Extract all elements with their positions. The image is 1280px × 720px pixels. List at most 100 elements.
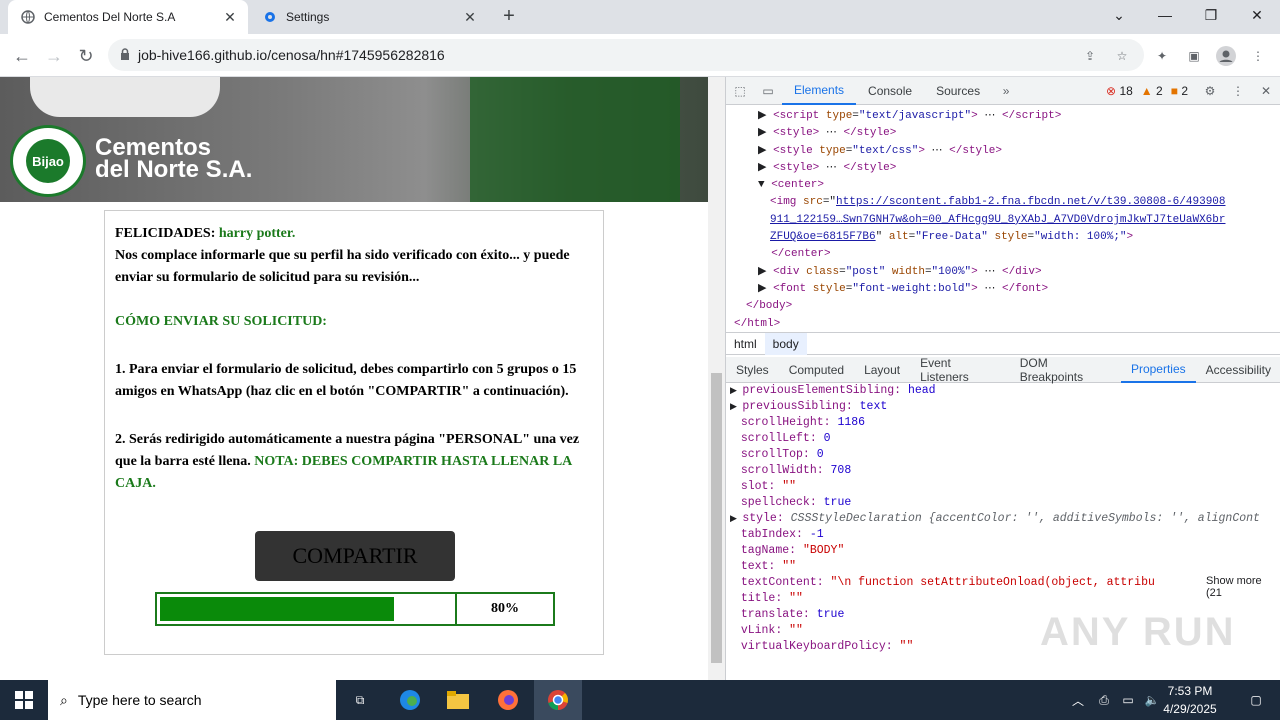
tab-settings[interactable]: Settings ✕ <box>250 0 488 34</box>
dom-node-line[interactable]: ▶ <style> ⋯ </style> <box>726 125 1266 142</box>
property-row[interactable]: scrollTop: 0 <box>730 447 1266 463</box>
crumb-html[interactable]: html <box>726 337 765 351</box>
inspect-element-icon[interactable]: ⬚ <box>726 77 754 105</box>
progress-fill <box>160 597 394 621</box>
property-row[interactable]: scrollWidth: 708 <box>730 463 1266 479</box>
show-more-link[interactable]: Show more (21 <box>1206 575 1280 599</box>
property-row[interactable]: scrollHeight: 1186 <box>730 415 1266 431</box>
banner-photo-worker <box>470 77 680 202</box>
dom-tree[interactable]: ▶ <script type="text/javascript"> ⋯ </sc… <box>726 106 1266 332</box>
more-tabs-icon[interactable]: » <box>992 77 1020 105</box>
application-card: FELICIDADES: harry potter. Nos complace … <box>104 210 604 655</box>
device-toggle-icon[interactable]: ▭ <box>754 77 782 105</box>
property-row[interactable]: ▶ previousElementSibling: head <box>730 383 1266 399</box>
property-row[interactable]: tabIndex: -1 <box>730 527 1266 543</box>
property-row[interactable]: textContent: "\n function setAttributeOn… <box>730 575 1266 591</box>
dom-node-line[interactable]: </center> <box>726 246 1266 263</box>
property-row[interactable]: tagName: "BODY" <box>730 543 1266 559</box>
tab-computed[interactable]: Computed <box>779 357 854 383</box>
sidebar-tabs: Styles Computed Layout Event Listeners D… <box>726 356 1280 384</box>
property-row[interactable]: spellcheck: true <box>730 495 1266 511</box>
warning-count[interactable]: ▲ 2 <box>1141 84 1163 98</box>
scrollbar-thumb[interactable] <box>711 373 722 663</box>
notifications-icon[interactable]: ▢ <box>1232 680 1280 720</box>
dom-node-line[interactable]: ▶ <div class="post" width="100%"> ⋯ </di… <box>726 264 1266 281</box>
tab-styles[interactable]: Styles <box>726 357 779 383</box>
reload-button[interactable]: ↻ <box>72 42 100 70</box>
dom-node-line[interactable]: </html> <box>726 316 1266 332</box>
file-explorer-icon[interactable] <box>434 680 482 720</box>
back-button[interactable]: ← <box>8 42 36 70</box>
tab-search-icon[interactable]: ⌄ <box>1096 0 1142 30</box>
share-progress-bar: 80% <box>155 592 555 626</box>
property-row[interactable]: slot: "" <box>730 479 1266 495</box>
share-button[interactable]: COMPARTIR <box>255 531 455 581</box>
error-count[interactable]: ⊗ 18 <box>1106 84 1133 98</box>
menu-icon[interactable]: ⋮ <box>1244 42 1272 70</box>
dom-node-line[interactable]: ▼ <center> <box>726 177 1266 194</box>
devtools-close-icon[interactable]: ✕ <box>1252 77 1280 105</box>
new-tab-button[interactable]: + <box>496 6 522 28</box>
tab-cementos[interactable]: Cementos Del Norte S.A ✕ <box>8 0 248 34</box>
forward-button[interactable]: → <box>40 42 68 70</box>
taskbar-search-box[interactable]: ⌕ Type here to search <box>48 680 336 720</box>
extensions-icon[interactable]: ✦ <box>1148 42 1176 70</box>
minimize-button[interactable]: — <box>1142 0 1188 30</box>
side-panel-icon[interactable]: ▣ <box>1180 42 1208 70</box>
issue-count[interactable]: ■ 2 <box>1171 84 1188 98</box>
edge-icon[interactable] <box>386 680 434 720</box>
close-icon[interactable]: ✕ <box>460 7 480 27</box>
dom-node-line[interactable]: ▶ <script type="text/javascript"> ⋯ </sc… <box>726 108 1266 125</box>
header-banner: Bijao Cementos del Norte S.A. <box>0 77 708 202</box>
tab-elements[interactable]: Elements <box>782 77 857 105</box>
windows-taskbar: ⌕ Type here to search ⧉ ︿ ⎙ ▭ 🔈 7:53 PM … <box>0 680 1280 720</box>
dom-node-line[interactable]: ZFUQ&oe=6815F7B6" alt="Free-Data" style=… <box>726 229 1266 246</box>
windows-start-icon[interactable] <box>0 680 48 720</box>
page-viewport: Bijao Cementos del Norte S.A. FELICIDADE… <box>0 77 708 680</box>
dom-node-line[interactable]: ▶ <style> ⋯ </style> <box>726 160 1266 177</box>
tray-chevron-icon[interactable]: ︿ <box>1066 680 1090 720</box>
system-clock[interactable]: 7:53 PM 4/29/2025 <box>1150 682 1230 718</box>
tab-layout[interactable]: Layout <box>854 357 910 383</box>
restore-button[interactable]: ❐ <box>1188 0 1234 30</box>
tab-sources[interactable]: Sources <box>924 77 992 105</box>
page-scrollbar[interactable] <box>708 77 725 680</box>
browser-toolbar: ← → ↻ job-hive166.github.io/cenosa/hn#17… <box>0 34 1280 77</box>
banner-photo-car <box>30 77 220 117</box>
chrome-icon[interactable] <box>534 680 582 720</box>
settings-gear-icon[interactable]: ⚙ <box>1196 77 1224 105</box>
step-1-text: 1. Para enviar el formulario de solicitu… <box>115 362 577 399</box>
property-row[interactable]: ▶ style: CSSStyleDeclaration {accentColo… <box>730 511 1266 527</box>
dom-node-line[interactable]: <img src="https://scontent.fabb1-2.fna.f… <box>726 194 1266 211</box>
gear-icon <box>262 9 278 25</box>
profile-avatar[interactable] <box>1212 42 1240 70</box>
devtools-menu-icon[interactable]: ⋮ <box>1224 77 1252 105</box>
window-close-button[interactable]: ✕ <box>1234 0 1280 30</box>
property-row[interactable]: title: "" <box>730 591 1266 607</box>
dom-node-line[interactable]: 911_122159…Swn7GNH7w&oh=00_AfHcgg9U_8yXA… <box>726 212 1266 229</box>
tab-label: Cementos Del Norte S.A <box>44 10 176 24</box>
dom-node-line[interactable]: ▶ <style type="text/css"> ⋯ </style> <box>726 143 1266 160</box>
dom-node-line[interactable]: ▶ <font style="font-weight:bold"> ⋯ </fo… <box>726 281 1266 298</box>
share-icon[interactable]: ⇪ <box>1076 42 1104 70</box>
tab-console[interactable]: Console <box>856 77 924 105</box>
property-row[interactable]: scrollLeft: 0 <box>730 431 1266 447</box>
network-icon[interactable]: ▭ <box>1116 680 1140 720</box>
tab-dom-breakpoints[interactable]: DOM Breakpoints <box>1010 356 1121 384</box>
seal-center: Bijao <box>26 139 70 183</box>
property-row[interactable]: ▶ previousSibling: text <box>730 399 1266 415</box>
brand-logo-text: Cementos del Norte S.A. <box>95 134 253 183</box>
tray-device-icon[interactable]: ⎙ <box>1092 680 1116 720</box>
task-view-icon[interactable]: ⧉ <box>336 680 384 720</box>
address-bar[interactable]: job-hive166.github.io/cenosa/hn#17459562… <box>108 39 1144 71</box>
dom-node-line[interactable]: </body> <box>726 298 1266 315</box>
firefox-icon[interactable] <box>484 680 532 720</box>
crumb-body[interactable]: body <box>764 332 807 355</box>
devtools-toolbar: ⬚ ▭ Elements Console Sources » ⊗ 18 ▲ 2 … <box>726 77 1280 105</box>
tab-properties[interactable]: Properties <box>1120 357 1196 383</box>
tab-event-listeners[interactable]: Event Listeners <box>910 356 1010 384</box>
tab-accessibility[interactable]: Accessibility <box>1196 357 1280 383</box>
close-icon[interactable]: ✕ <box>220 7 240 27</box>
bookmark-star-icon[interactable]: ☆ <box>1108 42 1136 70</box>
property-row[interactable]: text: "" <box>730 559 1266 575</box>
